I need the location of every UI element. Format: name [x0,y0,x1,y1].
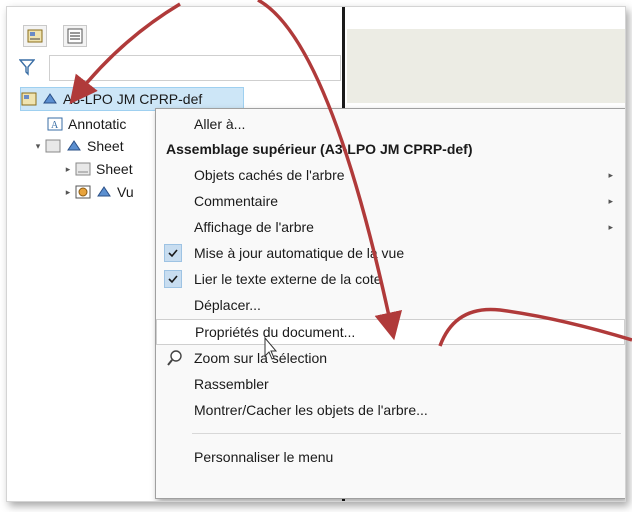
tree-item-view[interactable]: ▸ Vu [61,181,134,203]
tree-item-annotations[interactable]: A Annotatic [47,113,126,135]
sheet-format-icon [75,162,91,176]
tree-item-label: Annotatic [68,116,127,132]
menu-item-show-hide-tree-items[interactable]: Montrer/Cacher les objets de l'arbre... [156,397,625,423]
menu-item-parent-assembly[interactable]: Assemblage supérieur (A3-LPO JM CPRP-def… [156,136,625,162]
menu-item-tree-display[interactable]: Affichage de l'arbre ▸ [156,214,625,240]
svg-text:A: A [51,120,59,131]
menu-item-link-external-text[interactable]: Lier le texte externe de la cote [156,266,625,292]
filter-row [19,55,341,81]
menu-item-zoom-to-selection[interactable]: Zoom sur la sélection [156,345,625,371]
zoom-icon [167,350,182,366]
submenu-arrow-icon: ▸ [608,195,613,206]
tree-item-sheet-format[interactable]: ▸ Sheet [61,158,133,180]
drawing-icon [21,92,37,106]
annotation-icon: A [47,117,63,131]
feature-manager-tab[interactable] [23,25,47,47]
tree-item-label: Vu [117,184,134,200]
tree-item-sheet[interactable]: ▾ Sheet [31,135,124,157]
assembly-icon [43,93,57,104]
submenu-arrow-icon: ▸ [608,169,613,180]
tree-root-label: A3-LPO JM CPRP-def [63,91,203,107]
context-menu: Aller à... Assemblage supérieur (A3-LPO … [155,108,625,499]
menu-item-comment[interactable]: Commentaire ▸ [156,188,625,214]
tree-item-label: Sheet [96,161,133,177]
window: A3-LPO JM CPRP-def A Annotatic ▾ Sheet ▸ [6,6,626,502]
checkmark-icon [164,244,182,262]
assembly-icon [67,140,81,151]
property-manager-tab[interactable] [63,25,87,47]
chevron-right-icon[interactable]: ▸ [61,164,75,175]
menu-item-collapse[interactable]: Rassembler [156,371,625,397]
filter-icon[interactable] [19,58,35,76]
menu-item-goto[interactable]: Aller à... [156,111,625,137]
drawing-view-icon [75,185,91,199]
menu-item-auto-update-view[interactable]: Mise à jour automatique de la vue [156,240,625,266]
menu-item-move[interactable]: Déplacer... [156,292,625,318]
menu-item-document-properties[interactable]: Propriétés du document... [156,319,625,345]
assembly-icon [97,186,111,197]
chevron-right-icon[interactable]: ▸ [61,187,75,198]
chevron-down-icon[interactable]: ▾ [31,141,45,152]
list-icon [67,28,83,44]
filter-input[interactable] [49,55,341,81]
checkmark-icon [164,270,182,288]
menu-item-hidden-tree-items[interactable]: Objets cachés de l'arbre ▸ [156,162,625,188]
tree-item-label: Sheet [87,138,124,154]
menu-item-customize-menu[interactable]: Personnaliser le menu [156,444,625,470]
drawing-canvas[interactable] [347,29,625,103]
sheet-icon [45,139,61,153]
menu-separator [192,433,621,434]
submenu-arrow-icon: ▸ [608,221,613,232]
feature-manager-icon [27,29,43,43]
